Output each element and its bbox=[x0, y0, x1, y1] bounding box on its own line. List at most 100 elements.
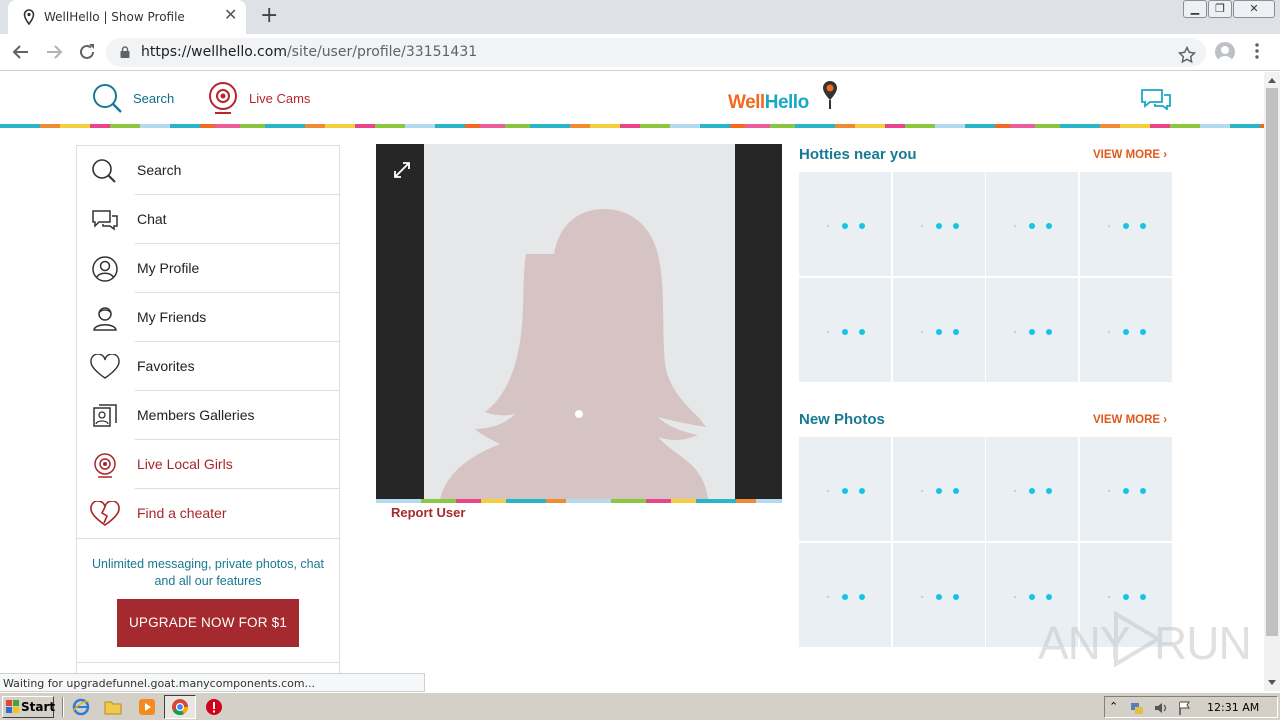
sidebar-item-label: Favorites bbox=[137, 358, 195, 374]
chat-bubbles-icon[interactable] bbox=[1140, 88, 1172, 110]
new-photos-view-more-link[interactable]: VIEW MORE › bbox=[1093, 414, 1167, 426]
header-live-cams-link[interactable]: Live Cams bbox=[206, 81, 310, 114]
search-icon bbox=[93, 84, 122, 113]
watermark-right: RUN bbox=[1154, 617, 1252, 669]
upgrade-text: Unlimited messaging, private photos, cha… bbox=[91, 557, 325, 588]
new-photo-thumbnail[interactable] bbox=[893, 543, 985, 647]
sidebar-item-label: Search bbox=[137, 162, 182, 178]
loading-dots-icon bbox=[826, 488, 865, 494]
header-search-link[interactable]: Search bbox=[92, 83, 174, 113]
hottie-thumbnail[interactable] bbox=[893, 278, 985, 382]
chrome-taskbar-button[interactable] bbox=[164, 695, 196, 719]
wellhello-logo[interactable]: WellHello bbox=[728, 80, 848, 116]
friends-icon bbox=[93, 307, 117, 331]
location-pin-icon bbox=[23, 9, 35, 25]
sidebar-item-label: Live Local Girls bbox=[137, 456, 233, 472]
new-photo-thumbnail[interactable] bbox=[986, 437, 1078, 541]
media-player-icon[interactable] bbox=[138, 698, 156, 716]
search-icon bbox=[92, 159, 116, 183]
close-window-button[interactable]: ✕ bbox=[1233, 0, 1275, 18]
webcam-icon bbox=[209, 82, 237, 114]
header-search-label: Search bbox=[133, 91, 175, 106]
hottie-thumbnail[interactable] bbox=[893, 172, 985, 276]
divider bbox=[62, 697, 64, 717]
new-photo-thumbnail[interactable] bbox=[799, 543, 891, 647]
internet-explorer-icon[interactable] bbox=[72, 698, 90, 716]
new-photos-title: New Photos bbox=[799, 411, 885, 428]
address-bar[interactable]: https://wellhello.com/site/user/profile/… bbox=[106, 38, 1206, 67]
sidebar-item-search[interactable]: Search bbox=[77, 146, 339, 195]
upgrade-button[interactable]: UPGRADE NOW FOR $1 bbox=[117, 599, 299, 647]
new-tab-button[interactable]: + bbox=[260, 5, 278, 27]
hottie-thumbnail[interactable] bbox=[799, 172, 891, 276]
hotties-title: Hotties near you bbox=[799, 146, 917, 163]
chrome-icon bbox=[172, 699, 189, 716]
hottie-thumbnail[interactable] bbox=[1080, 172, 1172, 276]
minimize-button[interactable]: ▁ bbox=[1183, 0, 1207, 18]
start-button[interactable]: Start bbox=[2, 696, 56, 718]
loading-dots-icon bbox=[920, 329, 959, 335]
page-scrollbar[interactable] bbox=[1264, 72, 1280, 691]
forward-arrow-icon[interactable] bbox=[43, 41, 65, 63]
new-photo-thumbnail[interactable] bbox=[799, 437, 891, 541]
reload-icon[interactable] bbox=[76, 41, 98, 63]
hottie-thumbnail[interactable] bbox=[1080, 278, 1172, 382]
logo-well: Well bbox=[728, 92, 765, 113]
browser-menu-icon[interactable] bbox=[1255, 43, 1259, 59]
browser-tab-strip: WellHello | Show Profile ✕ + ▁ ❐ ✕ bbox=[0, 0, 1280, 34]
hottie-thumbnail[interactable] bbox=[799, 278, 891, 382]
start-label: Start bbox=[21, 700, 56, 714]
account-icon bbox=[1218, 46, 1232, 62]
scroll-up-arrow-icon[interactable] bbox=[1268, 78, 1276, 83]
clock: 12:31 AM bbox=[1207, 701, 1260, 714]
hottie-thumbnail[interactable] bbox=[986, 278, 1078, 382]
tray-expand-icon[interactable]: ⌃ bbox=[1109, 700, 1125, 716]
status-text: Waiting for upgradefunnel.goat.manycompo… bbox=[3, 677, 316, 690]
expand-icon[interactable] bbox=[392, 160, 412, 180]
folder-icon[interactable] bbox=[104, 698, 122, 716]
bookmark-star-icon[interactable] bbox=[1178, 46, 1196, 64]
restore-button[interactable]: ❐ bbox=[1208, 0, 1232, 18]
loading-dots-icon bbox=[826, 594, 865, 600]
flag-icon[interactable] bbox=[1177, 700, 1193, 716]
sidebar-item-my-friends[interactable]: My Friends bbox=[77, 293, 339, 342]
sidebar-item-label: Chat bbox=[137, 211, 167, 227]
hotties-view-more-link[interactable]: VIEW MORE › bbox=[1093, 149, 1167, 161]
browser-tab[interactable]: WellHello | Show Profile ✕ bbox=[8, 0, 246, 34]
header-live-cams-label: Live Cams bbox=[249, 91, 311, 106]
hotties-grid bbox=[799, 172, 1173, 382]
webcam-icon bbox=[94, 453, 116, 478]
system-tray: ⌃ 12:31 AM bbox=[1104, 696, 1278, 718]
sidebar-item-live-local-girls[interactable]: Live Local Girls bbox=[77, 440, 339, 489]
gallery-icon bbox=[93, 404, 117, 427]
profile-avatar-button[interactable] bbox=[1215, 42, 1235, 62]
report-user-link[interactable]: Report User bbox=[391, 505, 465, 520]
volume-icon[interactable] bbox=[1153, 700, 1169, 716]
stop-sign-icon[interactable] bbox=[205, 698, 223, 716]
hottie-thumbnail[interactable] bbox=[986, 172, 1078, 276]
new-photo-thumbnail[interactable] bbox=[1080, 437, 1172, 541]
network-icon[interactable] bbox=[1129, 700, 1145, 716]
chat-icon bbox=[92, 210, 118, 231]
browser-status-bubble: Waiting for upgradefunnel.goat.manycompo… bbox=[0, 673, 425, 692]
windows-logo-icon bbox=[6, 700, 19, 713]
sidebar-item-my-profile[interactable]: My Profile bbox=[77, 244, 339, 293]
photo-color-stripe bbox=[376, 499, 782, 503]
logo-text: WellHello bbox=[728, 92, 809, 114]
profile-photo-frame[interactable] bbox=[376, 144, 782, 499]
screen: WellHello | Show Profile ✕ + ▁ ❐ ✕ https… bbox=[0, 0, 1280, 720]
tab-close-button[interactable]: ✕ bbox=[224, 8, 237, 24]
close-icon: ✕ bbox=[1249, 2, 1259, 15]
sidebar-item-members-galleries[interactable]: Members Galleries bbox=[77, 391, 339, 440]
sidebar-item-favorites[interactable]: Favorites bbox=[77, 342, 339, 391]
new-photo-thumbnail[interactable] bbox=[893, 437, 985, 541]
profile-photo-placeholder bbox=[424, 144, 735, 499]
scroll-down-arrow-icon[interactable] bbox=[1268, 680, 1276, 685]
scrollbar-thumb[interactable] bbox=[1266, 88, 1278, 636]
sidebar-item-chat[interactable]: Chat bbox=[77, 195, 339, 244]
sidebar-item-label: My Profile bbox=[137, 260, 200, 276]
url-path: /site/user/profile/33151431 bbox=[286, 44, 478, 60]
anyrun-watermark: ANY RUN bbox=[1038, 606, 1252, 669]
back-arrow-icon[interactable] bbox=[10, 41, 32, 63]
sidebar-item-find-a-cheater[interactable]: Find a cheater bbox=[77, 489, 339, 538]
